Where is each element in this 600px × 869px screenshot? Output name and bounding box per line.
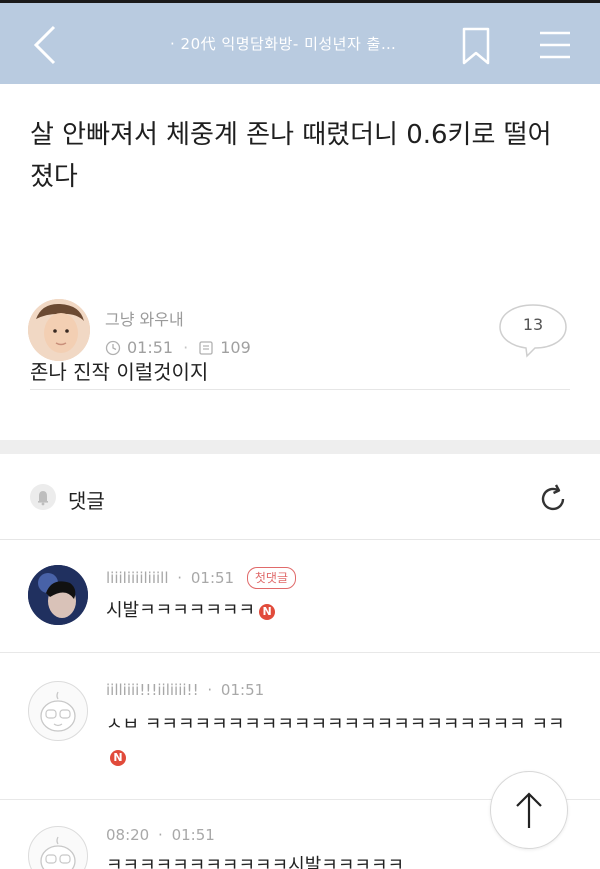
top-nav-bar: · 20代 익명담화방- 미성년자 출…	[0, 0, 600, 84]
meta-separator: ·	[207, 681, 213, 699]
post-body: 존나 진작 이럴것이지	[30, 360, 209, 384]
default-avatar[interactable]	[28, 826, 88, 869]
comment-text-row: ㅋㅋㅋㅋㅋㅋㅋㅋㅋㅋㅋ시발ㅋㅋㅋㅋㅋ	[106, 850, 404, 869]
post-title: 살 안빠져서 체중계 존나 때렸더니 0.6키로 떨어졌다	[30, 120, 552, 192]
view-count: 109	[220, 338, 251, 357]
meta-separator: ·	[183, 338, 189, 357]
first-comment-badge: 첫댓글	[246, 567, 296, 589]
views-icon	[199, 340, 213, 355]
comment-count-button[interactable]: 13	[497, 302, 569, 358]
default-avatar[interactable]	[28, 681, 88, 741]
comment-text: ㅋㅋㅋㅋㅋㅋㅋㅋㅋㅋㅋ시발ㅋㅋㅋㅋㅋ	[106, 855, 405, 869]
comment-time: 01:51	[190, 569, 235, 587]
commenter-info: liiiliiiiliiill · 01:51 첫댓글	[106, 567, 296, 589]
commenter-info: 08:20 · 01:51	[106, 826, 215, 844]
comments-label: 댓글	[68, 489, 105, 513]
bell-icon[interactable]	[30, 484, 56, 510]
divider	[30, 389, 570, 390]
refresh-icon[interactable]	[536, 482, 570, 516]
comment-count: 13	[522, 315, 544, 334]
comment-text: 시발ㅋㅋㅋㅋㅋㅋㅋ	[106, 600, 256, 621]
comment-text-row: ㅅㅂ ㅋㅋㅋㅋㅋㅋㅋㅋㅋㅋㅋㅋㅋㅋㅋㅋㅋㅋㅋㅋㅋㅋㅋ ㅋㅋ N	[106, 709, 566, 773]
board-title[interactable]: · 20代 익명담화방- 미성년자 출…	[170, 33, 450, 59]
commenter-info: iilliiii!!!iiliiii!! · 01:51	[106, 681, 264, 699]
commenter-name[interactable]: iilliiii!!!iiliiii!!	[106, 681, 199, 699]
comment-text: ㅅㅂ ㅋㅋㅋㅋㅋㅋㅋㅋㅋㅋㅋㅋㅋㅋㅋㅋㅋㅋㅋㅋㅋㅋㅋ ㅋㅋ	[106, 714, 565, 735]
comment-time: 01:51	[220, 681, 265, 699]
comments-header: 댓글	[0, 454, 600, 540]
scroll-to-top-button[interactable]	[490, 771, 568, 849]
commenter-name[interactable]: liiiliiiiliiill	[106, 569, 169, 587]
chevron-left-icon[interactable]	[26, 23, 66, 67]
comment-text-row: 시발ㅋㅋㅋㅋㅋㅋㅋ N	[106, 595, 276, 627]
clock-icon	[105, 340, 121, 355]
arrow-up-icon	[516, 792, 542, 828]
commenter-avatar[interactable]	[28, 565, 88, 625]
meta-separator: ·	[158, 826, 163, 844]
commenter-name[interactable]: 08:20	[106, 826, 149, 844]
post-time: 01:51	[127, 338, 174, 357]
post-card: 살 안빠져서 체중계 존나 때렸더니 0.6키로 떨어졌다 그냥 와우내 01:…	[0, 84, 600, 440]
comment-time: 01:51	[171, 826, 215, 844]
post-meta: 01:51 · 109	[105, 338, 251, 357]
bookmark-icon[interactable]	[460, 27, 492, 65]
meta-separator: ·	[177, 569, 183, 587]
new-badge: N	[259, 604, 276, 620]
author-name[interactable]: 그냥 와우내	[105, 306, 184, 330]
comment-item: liiiliiiiliiill · 01:51 첫댓글 시발ㅋㅋㅋㅋㅋㅋㅋ N	[0, 541, 600, 652]
section-gap	[0, 440, 600, 454]
new-badge: N	[110, 750, 126, 766]
hamburger-menu-icon[interactable]	[538, 29, 572, 61]
author-avatar[interactable]	[28, 299, 90, 361]
